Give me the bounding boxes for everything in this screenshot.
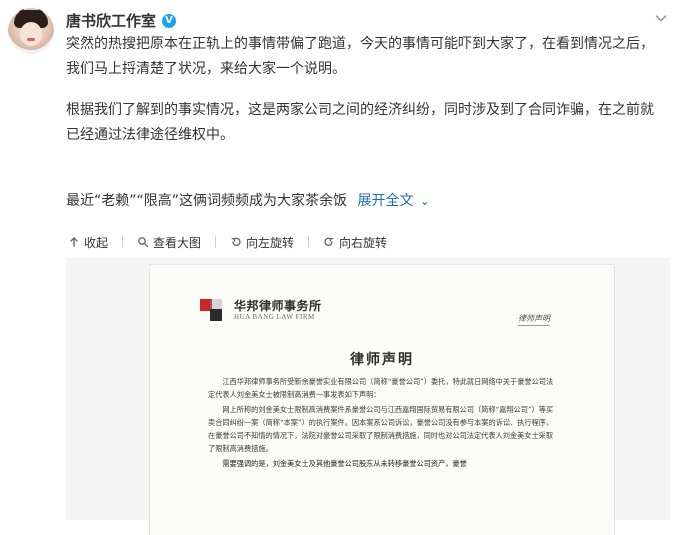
avatar-face: [20, 22, 42, 46]
collapse-label[interactable]: 收起: [84, 234, 108, 251]
chevron-down-icon[interactable]: [653, 10, 669, 26]
rotate-right-button[interactable]: 向右旋转: [321, 232, 389, 253]
rotate-right-icon: [324, 237, 334, 246]
collapse-button[interactable]: 收起: [66, 232, 110, 253]
expand-full-text-link[interactable]: 展开全文 ⌄: [357, 193, 430, 209]
document-body: 江西华邦律师事务所受新余豪誉实业有限公司（简称“豪誉公司”）委托，特此就日网络中…: [208, 375, 556, 472]
post-summary-text: 最近“老赖”“限高”这俩词频频成为大家茶余饭: [66, 193, 348, 209]
post-summary: 最近“老赖”“限高”这俩词频频成为大家茶余饭 展开全文 ⌄: [66, 191, 666, 211]
law-firm-name-en: HUA BANG LAW FIRM: [234, 313, 315, 321]
verified-badge-text: V: [165, 15, 173, 26]
rotate-left-icon: [231, 237, 241, 246]
law-firm-name: 华邦律师事务所: [234, 299, 322, 313]
document-signature: 律师声明: [518, 313, 550, 326]
rotate-left-label[interactable]: 向左旋转: [246, 234, 294, 251]
account-name-text[interactable]: 唐书欣工作室: [66, 10, 156, 31]
document-title: 律师声明: [350, 352, 414, 368]
expand-full-text-label[interactable]: 展开全文: [357, 193, 413, 209]
avatar-mouth: [27, 38, 35, 41]
toolbar-divider: [122, 236, 124, 248]
avatar[interactable]: [8, 8, 54, 54]
post-paragraph-1: 突然的热搜把原本在正轨上的事情带偏了跑道，今天的事情可能吓到大家了，在看到情况之…: [66, 36, 654, 77]
post-text: 突然的热搜把原本在正轨上的事情带偏了跑道，今天的事情可能吓到大家了，在看到情况之…: [66, 32, 666, 148]
view-large-label[interactable]: 查看大图: [153, 234, 201, 251]
document-paragraph-1: 江西华邦律师事务所受新余豪誉实业有限公司（简称“豪誉公司”）委托，特此就日网络中…: [208, 377, 554, 399]
toolbar-divider: [308, 236, 310, 248]
arrow-up-icon: [70, 237, 78, 247]
chevron-down-icon[interactable]: ⌄: [420, 191, 430, 211]
document-paragraph-3: 需要强调的是，刘金美女士及其他豪誉公司股东从未转移豪誉公司资产，豪誉: [222, 459, 467, 468]
verified-badge-icon: V: [162, 13, 177, 28]
rotate-left-button[interactable]: 向左旋转: [228, 232, 296, 253]
image-preview[interactable]: 华邦律师事务所 HUA BANG LAW FIRM 律师声明 律师声明 江西华邦…: [66, 258, 670, 535]
document-paragraph-2: 网上所称的刘金美女士限制高消费案件系豪誉公司与江西嘉翔国际贸易有限公司（简称“嘉…: [208, 405, 554, 453]
rotate-right-label[interactable]: 向右旋转: [339, 234, 387, 251]
account-name[interactable]: 唐书欣工作室 V: [66, 10, 177, 31]
law-firm-logo-icon: [200, 299, 222, 321]
post-paragraph-2: 根据我们了解到的事实情况，这是两家公司之间的经济纠纷，同时涉及到了合同诈骗，在之…: [66, 102, 654, 143]
magnifier-icon: [138, 237, 149, 248]
avatar-ears: [17, 8, 45, 16]
toolbar-divider: [215, 236, 217, 248]
image-toolbar: 收起 查看大图 向左旋转 向右旋转: [66, 230, 666, 254]
legal-statement-document[interactable]: 华邦律师事务所 HUA BANG LAW FIRM 律师声明 律师声明 江西华邦…: [150, 265, 614, 535]
view-large-button[interactable]: 查看大图: [135, 232, 203, 253]
